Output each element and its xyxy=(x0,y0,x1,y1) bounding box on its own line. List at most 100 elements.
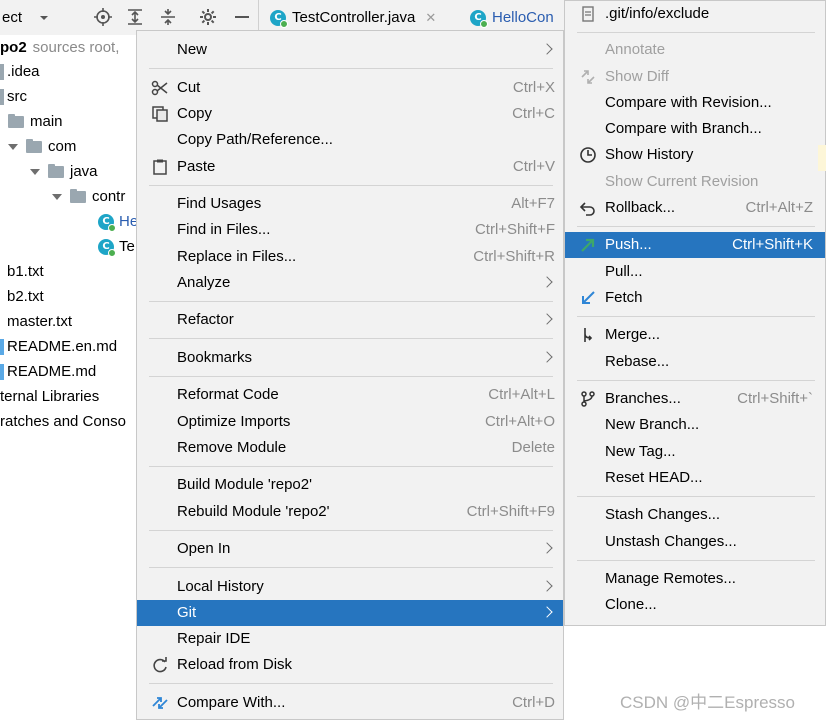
git-item-label: New Branch... xyxy=(605,416,700,433)
tree-item[interactable]: b2.txt xyxy=(7,284,44,309)
context-menu: New Cut Ctrl+X Copy Ctrl+C Copy Path/Refer… xyxy=(136,30,564,720)
menu-item-copy[interactable]: Copy Ctrl+C xyxy=(137,101,563,127)
git-item-manage-remotes[interactable]: Manage Remotes... xyxy=(565,566,825,592)
chevron-right-icon xyxy=(541,276,553,288)
chevron-down-icon[interactable] xyxy=(30,168,40,175)
menu-item-reformat-code[interactable]: Reformat Code Ctrl+Alt+L xyxy=(137,382,563,408)
tree-root[interactable]: po2 sources root, xyxy=(0,35,119,60)
git-item-show-history[interactable]: Show History xyxy=(565,142,825,168)
git-item-rollback[interactable]: Rollback... Ctrl+Alt+Z xyxy=(565,195,825,221)
chevron-right-icon xyxy=(541,351,553,363)
menu-item-open-in[interactable]: Open In xyxy=(137,536,563,562)
git-item-label: New Tag... xyxy=(605,443,676,460)
project-view-selector[interactable]: ect xyxy=(2,9,22,26)
expand-all-icon[interactable] xyxy=(125,7,145,27)
menu-separator xyxy=(149,466,553,467)
tree-item[interactable]: ratches and Conso xyxy=(0,409,126,434)
git-item-new-tag[interactable]: New Tag... xyxy=(565,439,825,465)
locate-icon[interactable] xyxy=(93,7,113,27)
editor-highlight-strip xyxy=(818,145,826,171)
menu-item-shortcut: Ctrl+D xyxy=(512,694,555,711)
git-item-merge[interactable]: Merge... xyxy=(565,322,825,348)
menu-item-build-module[interactable]: Build Module 'repo2' xyxy=(137,472,563,498)
git-item-rebase[interactable]: Rebase... xyxy=(565,349,825,375)
git-item-unstash[interactable]: Unstash Changes... xyxy=(565,529,825,555)
merge-icon xyxy=(584,328,593,342)
tree-item[interactable]: .idea xyxy=(0,59,40,84)
tree-root-label: po2 xyxy=(0,39,27,56)
tree-item[interactable]: C Te xyxy=(98,234,135,259)
close-icon[interactable]: ✕ xyxy=(425,10,436,26)
git-item-label: Reset HEAD... xyxy=(605,469,703,486)
compare-icon xyxy=(152,697,168,709)
menu-item-repair-ide[interactable]: Repair IDE xyxy=(137,626,563,652)
menu-item-shortcut: Ctrl+X xyxy=(512,79,555,96)
paste-icon xyxy=(153,159,167,175)
menu-item-paste[interactable]: Paste Ctrl+V xyxy=(137,154,563,180)
tree-item[interactable]: master.txt xyxy=(7,309,72,334)
git-item-label: Annotate xyxy=(605,41,666,58)
git-item-show-diff: Show Diff xyxy=(565,64,825,90)
git-item-push[interactable]: Push... Ctrl+Shift+K xyxy=(565,232,825,258)
tree-item[interactable]: ternal Libraries xyxy=(0,384,99,409)
chevron-down-icon[interactable] xyxy=(52,193,62,200)
git-item-label: Pull... xyxy=(605,263,643,280)
collapse-all-icon[interactable] xyxy=(158,7,178,27)
menu-item-local-history[interactable]: Local History xyxy=(137,574,563,600)
git-item-compare-revision[interactable]: Compare with Revision... xyxy=(565,90,825,116)
git-item-compare-branch[interactable]: Compare with Branch... xyxy=(565,116,825,142)
menu-item-analyze[interactable]: Analyze xyxy=(137,270,563,296)
git-item-label: Stash Changes... xyxy=(605,506,721,523)
menu-separator xyxy=(577,560,815,561)
folder-icon xyxy=(70,188,86,203)
menu-item-shortcut: Delete xyxy=(511,439,555,456)
menu-item-rebuild-module[interactable]: Rebuild Module 'repo2' Ctrl+Shift+F9 xyxy=(137,499,563,525)
menu-item-copy-path[interactable]: Copy Path/Reference... xyxy=(137,127,563,153)
tree-item-label: com xyxy=(48,138,77,155)
menu-separator xyxy=(149,68,553,69)
menu-item-bookmarks[interactable]: Bookmarks xyxy=(137,345,563,371)
menu-item-find-in-files[interactable]: Find in Files... Ctrl+Shift+F xyxy=(137,217,563,243)
git-item-branches[interactable]: Branches... Ctrl+Shift+` xyxy=(565,386,825,412)
menu-item-reload-from-disk[interactable]: Reload from Disk xyxy=(137,652,563,678)
tree-item[interactable]: main xyxy=(8,109,63,134)
menu-item-remove-module[interactable]: Remove Module Delete xyxy=(137,435,563,461)
git-item-new-branch[interactable]: New Branch... xyxy=(565,412,825,438)
git-item-stash[interactable]: Stash Changes... xyxy=(565,502,825,528)
chevron-down-icon[interactable] xyxy=(38,12,50,24)
git-item-reset-head[interactable]: Reset HEAD... xyxy=(565,465,825,491)
git-item-fetch[interactable]: Fetch xyxy=(565,285,825,311)
git-item-label: Show History xyxy=(605,146,694,163)
git-item-clone[interactable]: Clone... xyxy=(565,592,825,618)
tree-item[interactable]: README.en.md xyxy=(0,334,117,359)
file-icon xyxy=(582,6,594,22)
tree-item[interactable]: README.md xyxy=(0,359,96,384)
menu-item-replace-in-files[interactable]: Replace in Files... Ctrl+Shift+R xyxy=(137,244,563,270)
minimize-icon[interactable] xyxy=(232,7,252,27)
tree-item[interactable]: src xyxy=(0,84,27,109)
folder-icon xyxy=(0,88,4,105)
tree-item[interactable]: C He xyxy=(98,209,136,234)
chevron-down-icon[interactable] xyxy=(8,143,18,150)
tree-item[interactable]: java xyxy=(30,159,98,184)
menu-item-label: Rebuild Module 'repo2' xyxy=(177,503,330,520)
menu-item-new[interactable]: New xyxy=(137,37,563,63)
menu-item-refactor[interactable]: Refactor xyxy=(137,307,563,333)
tree-item[interactable]: contr xyxy=(52,184,125,209)
menu-item-optimize-imports[interactable]: Optimize Imports Ctrl+Alt+O xyxy=(137,409,563,435)
menu-item-cut[interactable]: Cut Ctrl+X xyxy=(137,75,563,101)
git-item-label: Rebase... xyxy=(605,353,670,370)
gear-icon[interactable] xyxy=(198,7,218,27)
menu-item-find-usages[interactable]: Find Usages Alt+F7 xyxy=(137,191,563,217)
menu-item-label: Git xyxy=(177,604,197,621)
git-item-exclude[interactable]: .git/info/exclude xyxy=(565,1,825,27)
menu-item-compare-with[interactable]: Compare With... Ctrl+D xyxy=(137,690,563,716)
menu-item-git[interactable]: Git xyxy=(137,600,563,626)
tree-item[interactable]: com xyxy=(8,134,76,159)
tree-item-label: ratches and Conso xyxy=(0,413,126,430)
git-item-pull[interactable]: Pull... xyxy=(565,259,825,285)
menu-separator xyxy=(577,380,815,381)
tree-item[interactable]: b1.txt xyxy=(7,259,44,284)
menu-separator xyxy=(149,567,553,568)
menu-item-label: Compare With... xyxy=(177,694,286,711)
